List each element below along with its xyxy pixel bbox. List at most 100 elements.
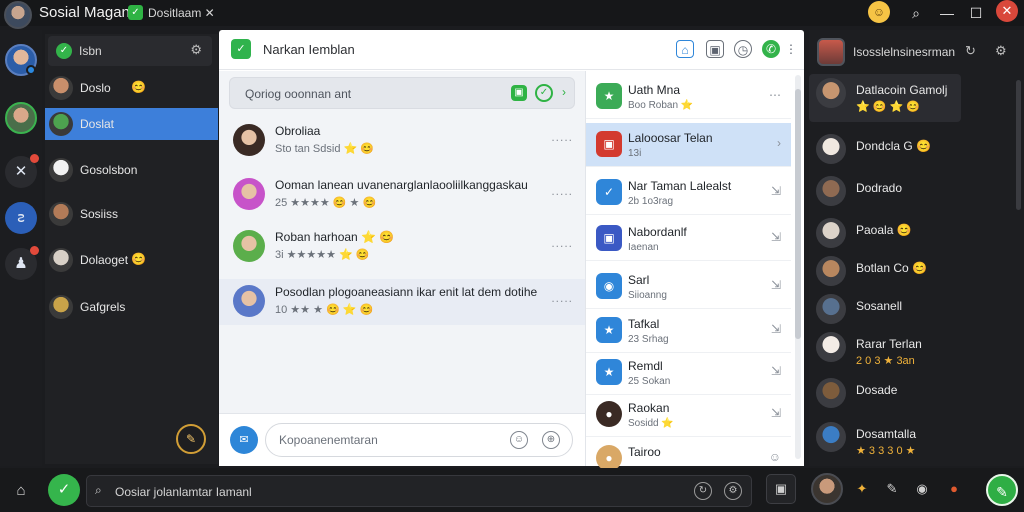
check-icon[interactable]: ✓ xyxy=(535,84,553,102)
item-action-icon[interactable]: ⇲ xyxy=(771,184,781,198)
person-item[interactable]: Rarar Terlan 2 0 3 ★ 3an xyxy=(809,328,961,367)
user-avatar[interactable] xyxy=(4,1,32,29)
rail-people-icon[interactable]: ♟ xyxy=(5,246,39,280)
tab-title[interactable]: Dositlaam ✕ xyxy=(148,6,215,20)
rail-contact-avatar[interactable] xyxy=(5,102,37,134)
more-options-icon[interactable]: ..... xyxy=(551,236,573,250)
item-action-icon[interactable]: ⇲ xyxy=(771,364,781,378)
message-input[interactable]: Kopoanenemtaran ☺ ⊕ xyxy=(265,423,573,457)
square-icon[interactable]: ▣ xyxy=(766,474,796,504)
message-preview: Sto tan Sdsid ⭐ 😊 xyxy=(275,143,374,155)
more-options-icon[interactable]: ..... xyxy=(551,130,573,144)
sidelist-scroll-thumb[interactable] xyxy=(795,89,801,339)
person-name: Dondcla G 😊 xyxy=(856,139,931,153)
person-name: Dodrado xyxy=(856,181,903,195)
settings-icon[interactable]: ⚙ xyxy=(724,482,742,500)
sidelist-item[interactable]: ✓ Nar Taman Lalealst 2b 1o3rag ⇲ xyxy=(586,171,791,215)
status-icon[interactable]: ● xyxy=(940,475,968,503)
taskbar-avatar[interactable] xyxy=(811,473,843,505)
contact-item[interactable]: Dolaoget 😊 xyxy=(45,244,218,276)
sidelist-item-sub: 23 Srhag xyxy=(628,334,669,345)
item-action-icon[interactable]: ⇲ xyxy=(771,322,781,336)
sidelist-scrollbar[interactable] xyxy=(795,75,801,459)
search-icon[interactable]: ⌕ xyxy=(903,1,929,25)
sidelist-item[interactable]: ▣ Nabordanlf Iaenan ⇲ xyxy=(586,217,791,261)
item-action-icon[interactable]: › xyxy=(777,136,781,150)
person-item[interactable]: Dosade xyxy=(809,374,961,412)
message-item[interactable]: Ooman lanean uvanenarglanlaooliilkanggas… xyxy=(219,172,585,218)
item-action-icon[interactable]: ⇲ xyxy=(771,230,781,244)
avatar xyxy=(233,124,265,156)
settings-icon[interactable]: ⚙ xyxy=(995,43,1007,59)
person-item[interactable]: Datlacoin Gamolj ⭐ 😊 ⭐ 😊 xyxy=(809,74,961,122)
person-item[interactable]: Dondcla G 😊 xyxy=(809,130,961,168)
bookmark-icon[interactable]: ⌂ xyxy=(676,40,694,58)
message-search[interactable]: Qoriog ooonnan ant ▣ ✓ › xyxy=(229,77,575,109)
emoji-icon[interactable]: ☺ xyxy=(510,431,528,449)
item-action-icon[interactable]: ☺ xyxy=(769,450,781,464)
rail-channels-icon[interactable]: ꙅ xyxy=(5,202,37,234)
person-item[interactable]: Botlan Co 😊 xyxy=(809,252,961,290)
compose-icon[interactable]: ✎ xyxy=(986,474,1018,506)
media-icon[interactable]: ▣ xyxy=(706,40,724,58)
contacts-panel: ✓ Isbn ⚙ Doslo 😊 Doslat Gosolsbon Sosiiss Dol… xyxy=(45,34,218,464)
message-item[interactable]: Posodlan plogoaneasiann ikar enit lat de… xyxy=(219,279,585,325)
people-panel-scrollbar[interactable] xyxy=(1016,80,1021,210)
filter-icon[interactable]: ▣ xyxy=(511,85,527,101)
avatar xyxy=(816,78,846,108)
item-action-icon[interactable]: ⋯ xyxy=(769,88,781,102)
sidelist-item[interactable]: ● Raokan Sosidd ⭐ ⇲ xyxy=(586,393,791,437)
pen-icon[interactable]: ✎ xyxy=(878,475,906,503)
item-action-icon[interactable]: ⇲ xyxy=(771,278,781,292)
person-item[interactable]: Dosamtalla ★ 3 3 3 0 ★ xyxy=(809,418,961,457)
close-icon[interactable]: ✕ xyxy=(996,0,1018,22)
contact-item[interactable]: Gafgrels xyxy=(45,291,218,323)
refresh-icon[interactable]: ↻ xyxy=(965,43,976,59)
sidelist-item[interactable]: ★ Uath Mna Boo Roban ⭐ ⋯ xyxy=(586,75,791,119)
sidelist-item[interactable]: ★ Remdl 25 Sokan ⇲ xyxy=(586,351,791,395)
call-icon[interactable]: ✆ xyxy=(762,40,780,58)
person-name: Sosanell xyxy=(856,299,903,313)
app-launcher-icon[interactable]: ✓ xyxy=(48,474,80,506)
emoji-face-icon[interactable]: ☺ xyxy=(868,1,890,23)
record-icon[interactable]: ◉ xyxy=(908,475,936,503)
message-item[interactable]: Roban harhoan ⭐ 😊 3i ★★★★★ ⭐ 😊..... xyxy=(219,224,585,270)
contact-item[interactable]: Sosiiss xyxy=(45,198,218,230)
sidelist-item[interactable]: ▣ Lalooosar Telan 13i › xyxy=(586,123,791,167)
item-icon: ★ xyxy=(596,317,622,343)
clock-icon[interactable]: ◷ xyxy=(734,40,752,58)
sidelist-item-sub: 13i xyxy=(628,148,642,159)
notification-dot xyxy=(30,246,39,255)
person-item[interactable]: Sosanell xyxy=(809,290,961,328)
person-item[interactable]: Paoala 😊 xyxy=(809,214,961,252)
more-options-icon[interactable]: ..... xyxy=(551,184,573,198)
global-search[interactable]: ⌕ Oosiar jolanlamtar Iamanl ↻ ⚙ xyxy=(86,475,752,507)
contact-item[interactable]: Doslo 😊 xyxy=(45,72,218,104)
compose-button[interactable]: ✎ xyxy=(176,424,206,454)
attach-icon[interactable]: ⊕ xyxy=(542,431,560,449)
sparkle-icon[interactable]: ✦ xyxy=(848,475,876,503)
refresh-icon[interactable]: ↻ xyxy=(694,482,712,500)
group-avatar[interactable] xyxy=(817,38,845,66)
rail-profile-avatar[interactable] xyxy=(5,44,37,76)
message-item[interactable]: Obroliaa Sto tan Sdsid ⭐ 😊..... xyxy=(219,118,585,164)
avatar xyxy=(816,422,846,452)
gear-icon[interactable]: ⚙ xyxy=(190,42,202,58)
rail-social-icon[interactable]: ✕ xyxy=(5,154,39,188)
person-name: Botlan Co 😊 xyxy=(856,261,927,275)
maximize-icon[interactable]: ☐ xyxy=(963,1,989,25)
composer-avatar[interactable]: ✉ xyxy=(230,426,258,454)
contact-item[interactable]: Gosolsbon xyxy=(45,154,218,186)
person-item[interactable]: Dodrado xyxy=(809,172,961,210)
item-action-icon[interactable]: ⇲ xyxy=(771,406,781,420)
minimize-icon[interactable]: — xyxy=(934,1,960,25)
home-icon[interactable]: ⌂ xyxy=(8,478,34,504)
sidelist-item[interactable]: ◉ Sarl Siioanng ⇲ xyxy=(586,265,791,309)
more-icon[interactable]: ⋮ xyxy=(782,40,800,58)
contact-item[interactable]: Doslat xyxy=(45,108,218,140)
chevron-right-icon[interactable]: › xyxy=(562,85,566,99)
people-panel-header: Isosslelnsinesrman ↻ ⚙ xyxy=(809,36,1024,70)
sidelist-item[interactable]: ★ Tafkal 23 Srhag ⇲ xyxy=(586,309,791,353)
more-options-icon[interactable]: ..... xyxy=(551,291,573,305)
contacts-search[interactable]: ✓ Isbn ⚙ xyxy=(48,36,212,66)
